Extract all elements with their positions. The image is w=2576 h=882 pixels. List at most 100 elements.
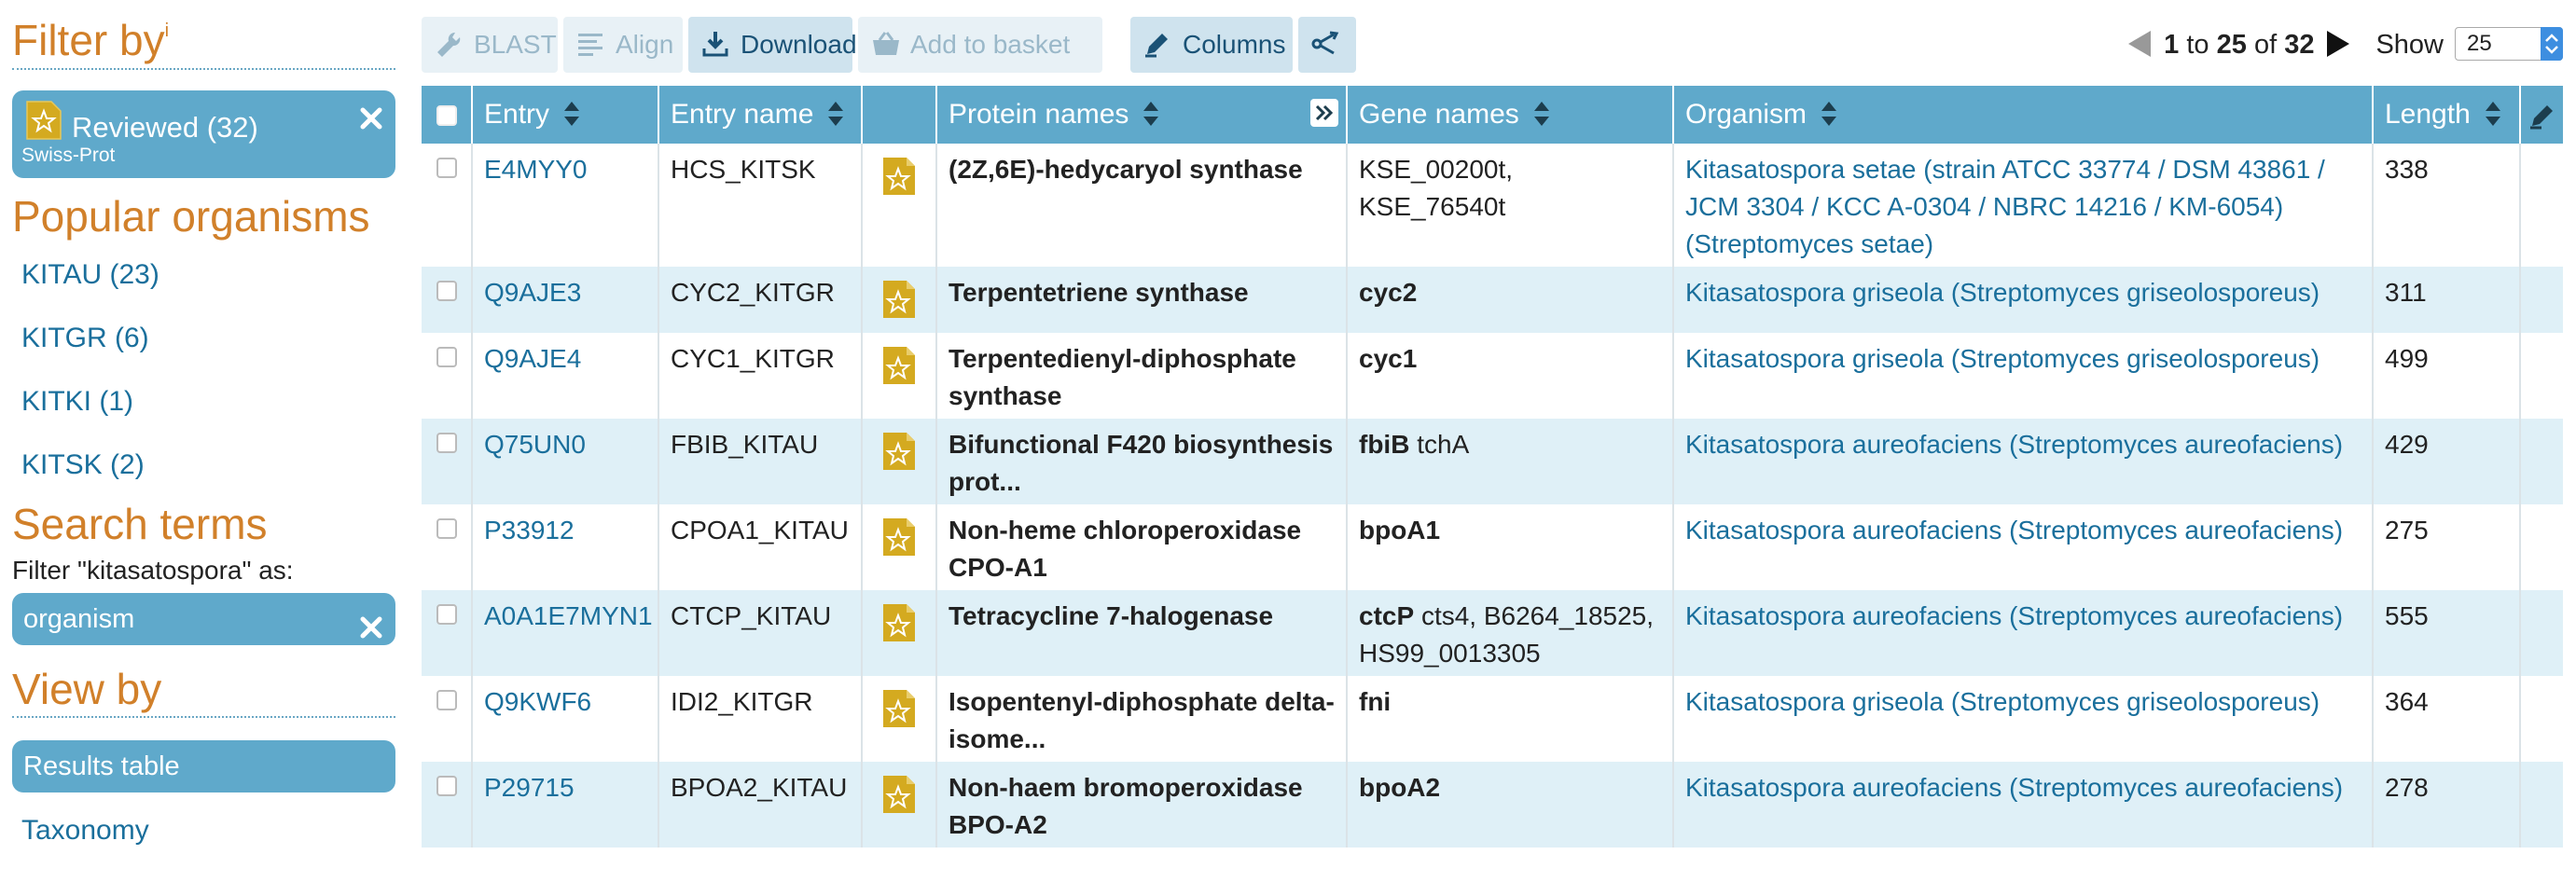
organism-filter-pill[interactable]: organism xyxy=(12,592,395,645)
entry-link[interactable]: E4MYY0 xyxy=(484,155,588,184)
align-button[interactable]: Align xyxy=(563,17,683,73)
status-cell xyxy=(861,333,936,419)
organism-cell: Kitasatospora aureofaciens (Streptomyces… xyxy=(1672,504,2373,590)
table-row[interactable]: Q9AJE3 CYC2_KITGR Terpentetriene synthas… xyxy=(422,267,2563,333)
gene-names-header-label: Gene names xyxy=(1359,98,1519,130)
table-row[interactable]: Q75UN0 FBIB_KITAU Bifunctional F420 bios… xyxy=(422,419,2563,504)
expand-column-icon[interactable] xyxy=(1310,99,1338,127)
search-terms-title: Search terms xyxy=(12,500,268,549)
download-button[interactable]: Download xyxy=(688,17,857,73)
table-row[interactable]: A0A1E7MYN1 CTCP_KITAU Tetracycline 7-hal… xyxy=(422,590,2563,676)
sort-arrows-icon[interactable] xyxy=(826,99,845,129)
select-all-checkbox[interactable] xyxy=(436,105,457,127)
sort-arrows-icon[interactable] xyxy=(1820,99,1838,129)
table-row[interactable]: Q9AJE4 CYC1_KITGR Terpentedienyl-diphosp… xyxy=(422,333,2563,419)
view-results-table-button[interactable]: Results table xyxy=(12,740,395,793)
download-icon xyxy=(702,32,728,57)
row-checkbox[interactable] xyxy=(436,518,457,539)
chevron-updown-icon xyxy=(2541,27,2563,62)
table-row[interactable]: P29715 BPOA2_KITAU Non-haem bromoperoxid… xyxy=(422,762,2563,848)
view-taxonomy-link[interactable]: Taxonomy xyxy=(21,815,395,847)
edit-cell xyxy=(2519,144,2563,267)
column-header-entry[interactable]: Entry xyxy=(471,86,658,144)
columns-button[interactable]: Columns xyxy=(1130,17,1293,73)
protein-names-cell: Terpentetriene synthase xyxy=(935,267,1347,333)
gene-primary: cyc1 xyxy=(1359,344,1418,373)
organism-link[interactable]: Kitasatospora aureofaciens (Streptomyces… xyxy=(1685,516,2343,544)
add-to-basket-button[interactable]: Add to basket xyxy=(858,17,1102,73)
organism-link[interactable]: Kitasatospora griseola (Streptomyces gri… xyxy=(1685,344,2320,373)
row-checkbox[interactable] xyxy=(436,776,457,796)
entry-link[interactable]: Q9AJE3 xyxy=(484,278,581,307)
entry-link[interactable]: A0A1E7MYN1 xyxy=(484,601,653,630)
entry-name-cell: HCS_KITSK xyxy=(658,144,862,267)
sort-arrows-icon[interactable] xyxy=(1142,99,1160,129)
entry-cell: E4MYY0 xyxy=(471,144,658,267)
row-checkbox[interactable] xyxy=(436,158,457,178)
sort-arrows-icon[interactable] xyxy=(562,99,581,129)
entry-link[interactable]: P33912 xyxy=(484,516,575,544)
close-x-icon[interactable] xyxy=(358,606,384,639)
protein-names-header-label: Protein names xyxy=(949,98,1129,130)
column-header-gene-names[interactable]: Gene names xyxy=(1346,86,1673,144)
table-row[interactable]: P33912 CPOA1_KITAU Non-heme chloroperoxi… xyxy=(422,504,2563,590)
pencil-icon[interactable] xyxy=(2528,102,2556,130)
organism-link-kitsk[interactable]: KITSK (2) xyxy=(21,434,395,497)
table-row[interactable]: E4MYY0 HCS_KITSK (2Z,6E)-hedycaryol synt… xyxy=(422,144,2563,267)
entry-name: FBIB_KITAU xyxy=(671,430,819,459)
gene-names-cell: KSE_00200t, KSE_76540t xyxy=(1346,144,1673,267)
pager-from: 1 xyxy=(2164,30,2180,60)
entry-name-header-label: Entry name xyxy=(671,98,814,130)
share-button[interactable] xyxy=(1298,17,1356,73)
reviewed-filter-pill[interactable]: Reviewed (32) Swiss-Prot xyxy=(12,90,395,178)
organism-header-label: Organism xyxy=(1685,98,1807,130)
sort-arrows-icon[interactable] xyxy=(1532,99,1551,129)
sort-arrows-icon[interactable] xyxy=(2484,99,2502,129)
organism-link-kitgr[interactable]: KITGR (6) xyxy=(21,307,395,370)
pager-to-word: to xyxy=(2186,30,2209,60)
row-checkbox[interactable] xyxy=(436,281,457,301)
organism-link[interactable]: Kitasatospora aureofaciens (Streptomyces… xyxy=(1685,430,2343,459)
column-header-entry-name[interactable]: Entry name xyxy=(658,86,862,144)
column-header-edit[interactable] xyxy=(2519,86,2563,144)
table-row[interactable]: Q9KWF6 IDI2_KITGR Isopentenyl-diphosphat… xyxy=(422,676,2563,762)
info-icon[interactable]: i xyxy=(165,21,169,41)
entry-name: CYC1_KITGR xyxy=(671,344,835,373)
row-checkbox[interactable] xyxy=(436,433,457,453)
length-cell: 499 xyxy=(2372,333,2520,419)
blast-button[interactable]: BLAST xyxy=(422,17,558,73)
reviewed-star-document-icon xyxy=(883,776,915,813)
search-filter-text: Filter "kitasatospora" as: xyxy=(12,555,294,585)
sidebar: Filter byi Reviewed (32) Swiss-Prot Popu… xyxy=(0,0,410,882)
column-header-length[interactable]: Length xyxy=(2372,86,2520,144)
gene-primary: bpoA1 xyxy=(1359,516,1441,544)
organism-link-kitau[interactable]: KITAU (23) xyxy=(21,243,395,307)
previous-page-icon[interactable] xyxy=(2128,31,2152,58)
gene-names-cell: cyc1 xyxy=(1346,333,1673,419)
row-checkbox[interactable] xyxy=(436,690,457,710)
organism-link[interactable]: Kitasatospora griseola (Streptomyces gri… xyxy=(1685,278,2320,307)
entry-link[interactable]: Q9KWF6 xyxy=(484,687,591,716)
entry-link[interactable]: P29715 xyxy=(484,773,575,802)
show-count-select[interactable]: 25 xyxy=(2455,27,2563,62)
entry-name: BPOA2_KITAU xyxy=(671,773,848,802)
length-cell: 278 xyxy=(2372,762,2520,848)
next-page-icon[interactable] xyxy=(2327,31,2350,58)
entry-link[interactable]: Q9AJE4 xyxy=(484,344,581,373)
organism-link[interactable]: Kitasatospora griseola (Streptomyces gri… xyxy=(1685,687,2320,716)
organism-link[interactable]: Kitasatospora aureofaciens (Streptomyces… xyxy=(1685,601,2343,630)
row-checkbox[interactable] xyxy=(436,347,457,367)
column-header-organism[interactable]: Organism xyxy=(1672,86,2373,144)
close-x-icon[interactable] xyxy=(358,105,384,131)
gene-names-cell: ctcP cts4, B6264_18525, HS99_0013305 xyxy=(1346,590,1673,676)
column-header-protein-names[interactable]: Protein names xyxy=(935,86,1347,144)
protein-names-cell: (2Z,6E)-hedycaryol synthase xyxy=(935,144,1347,267)
organism-link-kitki[interactable]: KITKI (1) xyxy=(21,370,395,434)
pager-total: 32 xyxy=(2284,30,2315,60)
gene-other: tchA xyxy=(1417,430,1470,459)
view-by-title: View by xyxy=(12,666,395,719)
organism-link[interactable]: Kitasatospora aureofaciens (Streptomyces… xyxy=(1685,773,2343,802)
row-checkbox[interactable] xyxy=(436,604,457,625)
entry-link[interactable]: Q75UN0 xyxy=(484,430,586,459)
organism-link[interactable]: Kitasatospora setae (strain ATCC 33774 /… xyxy=(1685,155,2325,258)
